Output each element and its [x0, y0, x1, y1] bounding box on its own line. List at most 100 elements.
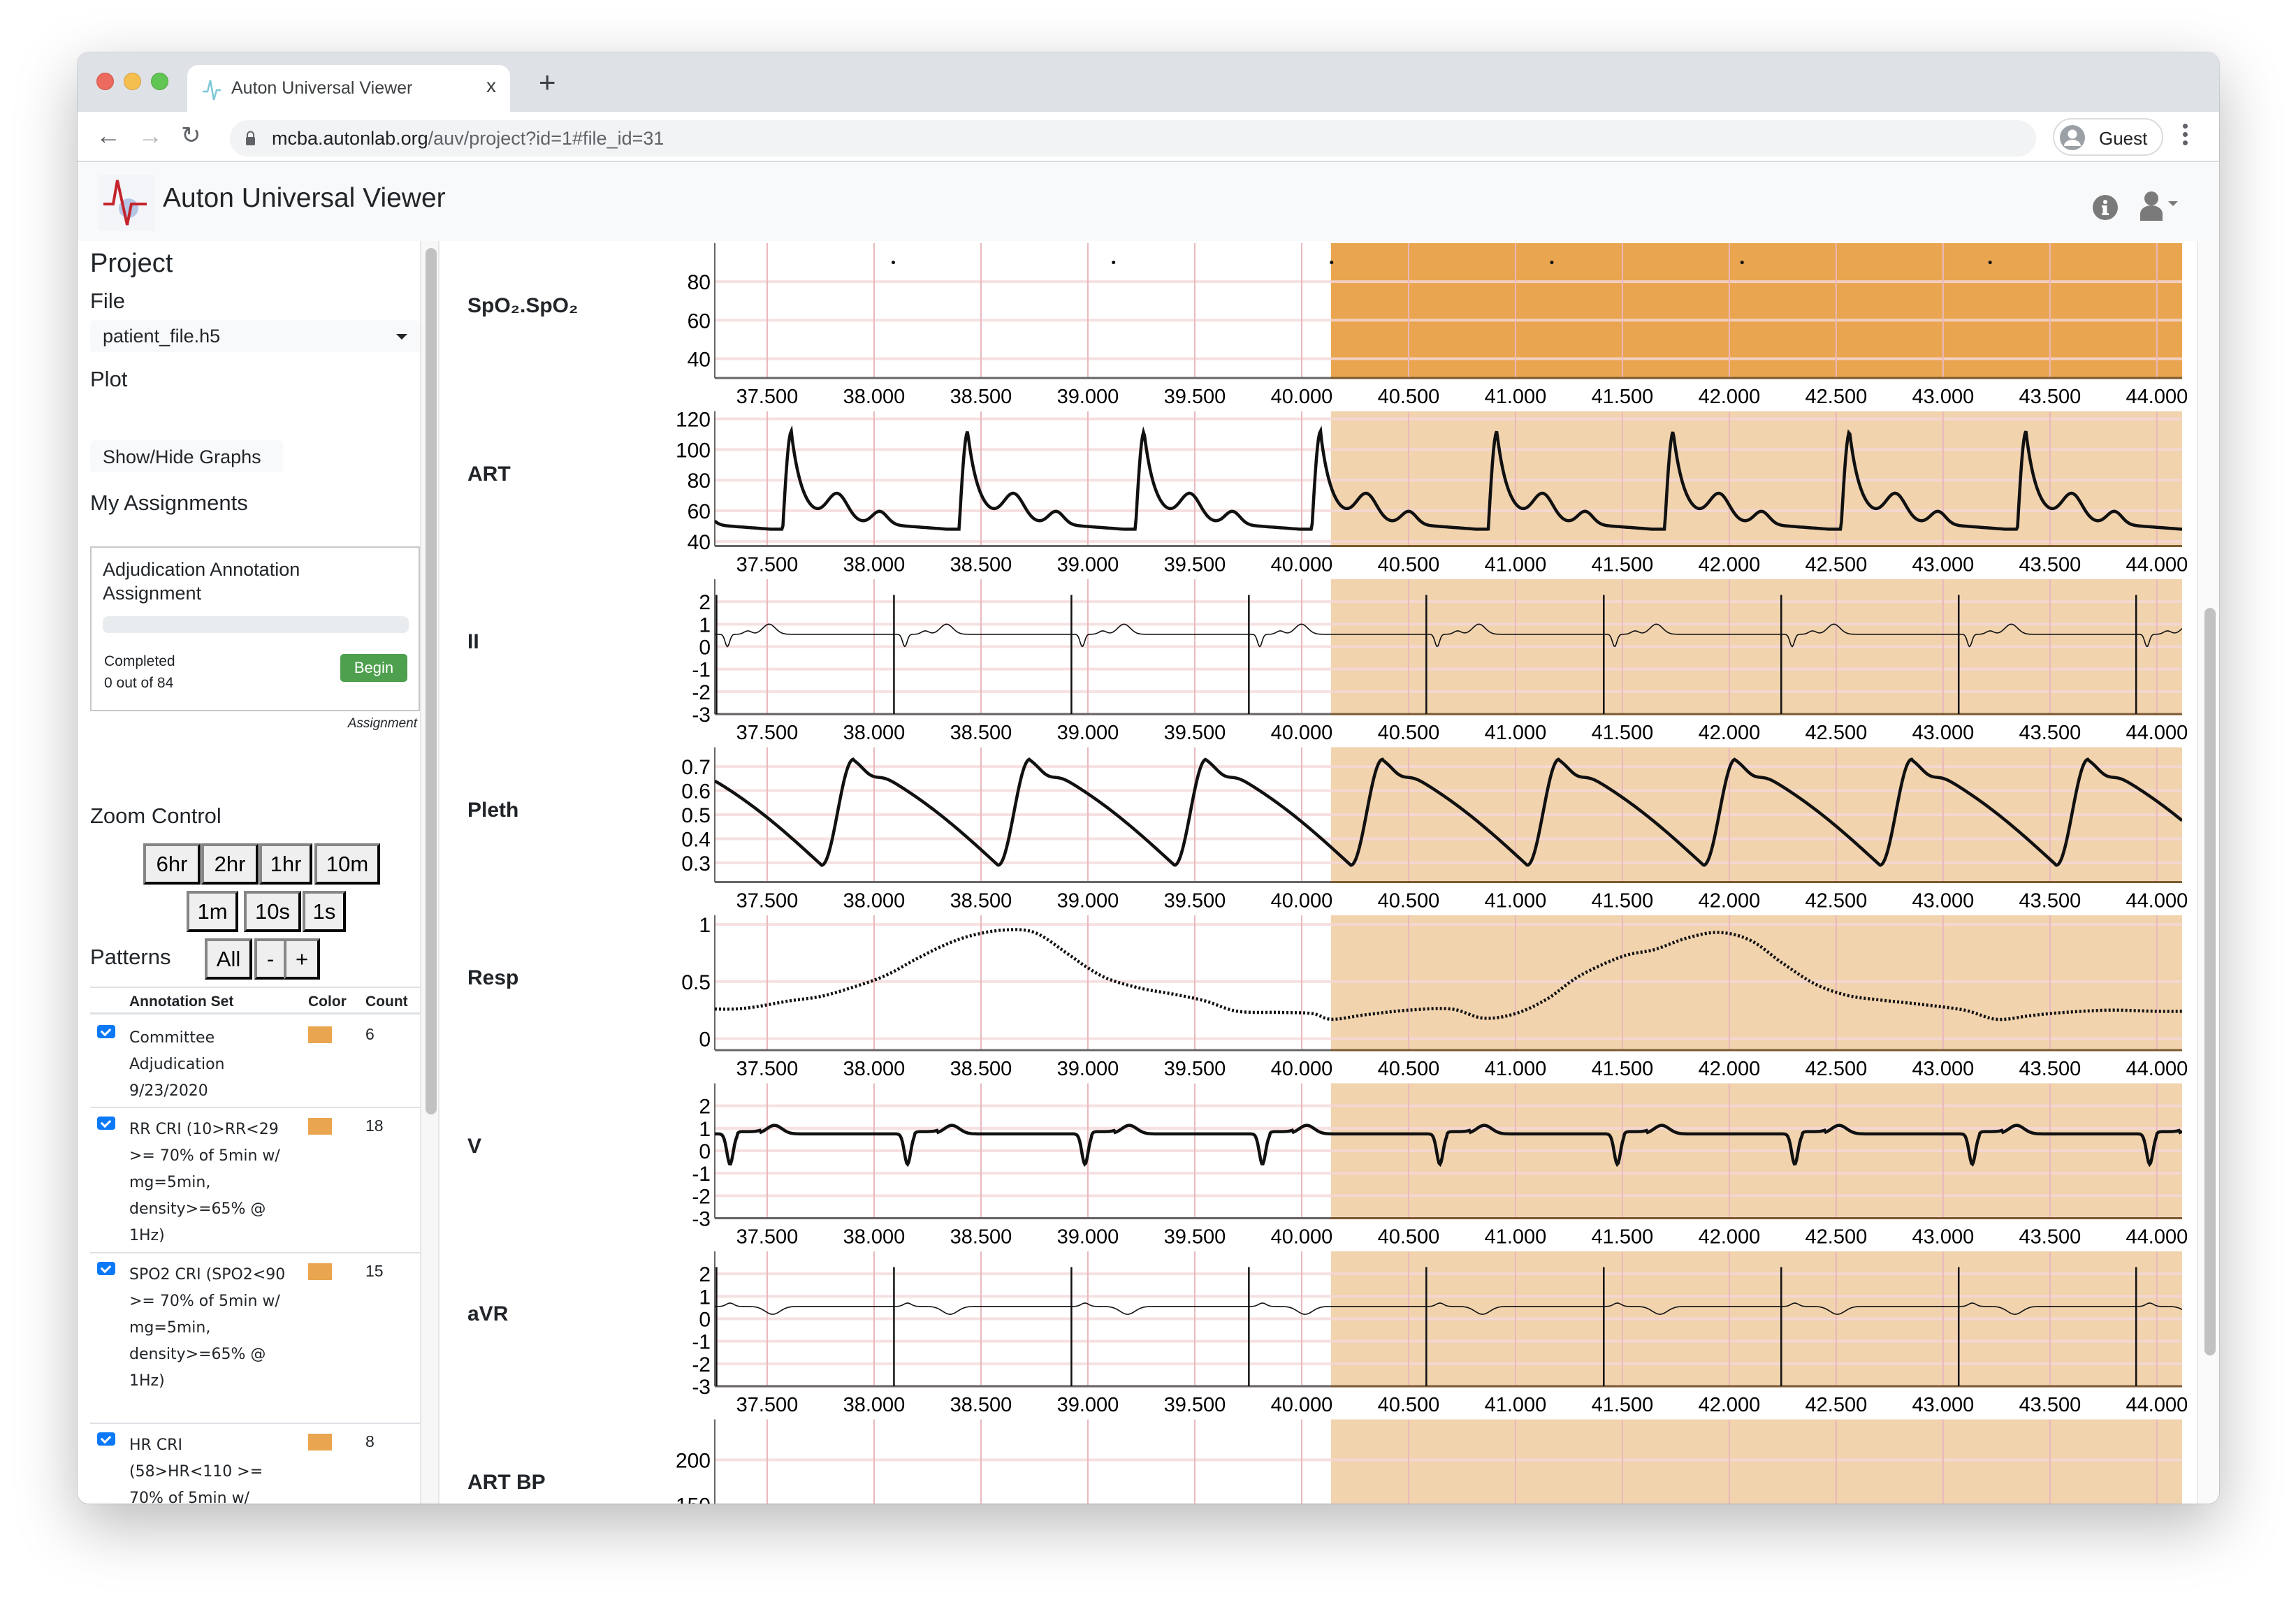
- reload-icon[interactable]: ↻: [181, 122, 201, 150]
- pattern-checkbox[interactable]: [97, 1025, 115, 1038]
- chart-7[interactable]: 20015010037.50038.00038.50039.00039.5004…: [676, 1419, 2188, 1504]
- charts-panel: SpO₂.SpO₂ ART II Pleth Resp VaVR ART BP 40 60 80…: [439, 241, 2219, 1504]
- y-tick-label: -3: [692, 1376, 711, 1399]
- pattern-color-swatch[interactable]: [308, 1026, 332, 1043]
- close-window-button[interactable]: [96, 73, 114, 90]
- sidebar-scrollbar-thumb[interactable]: [426, 248, 437, 1114]
- charts-scrollbar-thumb[interactable]: [2204, 608, 2216, 1355]
- app-title[interactable]: Auton Universal Viewer: [163, 183, 446, 214]
- zoom-button-10s[interactable]: 10s: [244, 891, 301, 932]
- x-tick-label: 40.000: [1271, 386, 1333, 408]
- x-tick-label: 41.500: [1592, 1394, 1654, 1416]
- pattern-color-swatch[interactable]: [308, 1434, 332, 1450]
- back-arrow-icon[interactable]: ←: [96, 122, 121, 150]
- assignment-footer: Assignment: [347, 716, 417, 731]
- charts-scrollbar[interactable]: [2197, 241, 2219, 1504]
- annotation-region[interactable]: [1330, 411, 2182, 546]
- x-tick-label: 43.500: [2019, 890, 2081, 912]
- show-hide-graphs-button[interactable]: Show/Hide Graphs: [90, 440, 283, 472]
- tab-strip: Auton Universal Viewer x +: [78, 52, 2219, 112]
- pattern-checkbox[interactable]: [97, 1262, 115, 1275]
- tab-close-icon[interactable]: x: [481, 75, 502, 97]
- y-tick-label: 1: [699, 1118, 711, 1141]
- maximize-window-button[interactable]: [151, 73, 168, 90]
- lock-icon: [246, 131, 255, 145]
- x-tick-label: 41.000: [1485, 722, 1547, 744]
- x-tick-label: 38.500: [950, 890, 1012, 912]
- y-tick-label: 2: [699, 591, 711, 614]
- x-tick-label: 41.000: [1485, 554, 1547, 576]
- chart-1[interactable]: 40 60 80 100 120 37.500 38.000 38.500 39.000 39.5…: [676, 408, 2188, 576]
- x-tick-label: 40.500: [1378, 890, 1440, 912]
- annotation-region[interactable]: [1330, 1419, 2182, 1504]
- x-tick-label: 44.000: [2126, 722, 2188, 744]
- plot-heading: Plot: [90, 367, 128, 391]
- y-tick-label: -2: [692, 1353, 711, 1376]
- x-tick-label: 43.000: [1912, 1394, 1975, 1416]
- new-tab-button[interactable]: +: [539, 68, 556, 97]
- chart-2[interactable]: 210-1-2-3 37.500 38.000 38.500 39.000 39.500 4…: [692, 579, 2188, 744]
- y-tick-label: 0.5: [681, 971, 711, 994]
- sidebar-scrollbar[interactable]: [420, 241, 439, 1504]
- pattern-checkbox[interactable]: [97, 1117, 115, 1130]
- zoom-button-1hr[interactable]: 1hr: [259, 843, 312, 885]
- zoom-button-2hr[interactable]: 2hr: [201, 843, 259, 885]
- y-tick-label: -1: [692, 1163, 711, 1186]
- pattern-row: SPO2 CRI (SPO2<90 >= 70% of 5min w/ mg=5…: [90, 1253, 420, 1424]
- caret-down-icon: [396, 334, 407, 340]
- zoom-button-plus[interactable]: +: [284, 938, 320, 980]
- zoom-button-1m[interactable]: 1m: [187, 891, 238, 932]
- x-tick-label: 42.500: [1805, 386, 1868, 408]
- zoom-button-minus[interactable]: -: [254, 938, 286, 980]
- y-tick-label: 0.3: [681, 852, 711, 875]
- file-select[interactable]: patient_file.h5: [90, 320, 420, 352]
- zoom-button-1s[interactable]: 1s: [303, 891, 346, 932]
- chart-5[interactable]: 210-1-2-3 37.500 38.000 38.500 39.000 39.500 4…: [692, 1083, 2188, 1249]
- x-tick-label: 41.000: [1485, 1058, 1547, 1080]
- x-tick-label: 40.500: [1378, 722, 1440, 744]
- y-tick-label: 100: [676, 439, 711, 462]
- y-tick-label: 120: [676, 408, 711, 431]
- pattern-color-swatch[interactable]: [308, 1263, 332, 1280]
- user-dropdown-icon[interactable]: [2139, 191, 2188, 221]
- chart-6[interactable]: 210-1-2-3 37.500 38.000 38.500 39.000 39.500 4…: [692, 1251, 2188, 1416]
- col-annotation-set: Annotation Set: [129, 994, 234, 1010]
- zoom-button-all[interactable]: All: [205, 938, 252, 980]
- info-icon[interactable]: [2093, 195, 2118, 220]
- y-tick-label: 40: [688, 348, 711, 371]
- pattern-name: HR CRI (58>HR<110 >= 70% of 5min w/: [129, 1437, 263, 1504]
- x-tick-label: 38.000: [843, 890, 906, 912]
- x-tick-label: 43.500: [2019, 1058, 2081, 1080]
- x-tick-label: 37.500: [736, 386, 799, 408]
- forward-arrow-icon[interactable]: →: [138, 122, 163, 150]
- pattern-color-swatch[interactable]: [308, 1118, 332, 1135]
- profile-avatar-icon: [2060, 125, 2085, 150]
- x-tick-label: 38.000: [843, 386, 906, 408]
- x-tick-label: 39.500: [1164, 722, 1226, 744]
- pattern-checkbox[interactable]: [97, 1432, 115, 1446]
- x-tick-label: 37.500: [736, 1394, 799, 1416]
- profile-button[interactable]: Guest: [2053, 118, 2163, 156]
- x-tick-label: 37.500: [736, 554, 799, 576]
- address-bar[interactable]: mcba.autonlab.org/auv/project?id=1#file_…: [230, 120, 2036, 157]
- chart-4[interactable]: 1 0.5 0 37.500 38.000 38.500 39.000 39.500 40.00…: [681, 914, 2188, 1080]
- x-tick-label: 38.500: [950, 554, 1012, 576]
- auton-logo-icon[interactable]: [99, 175, 155, 231]
- x-tick-label: 40.000: [1271, 722, 1333, 744]
- x-tick-label: 44.000: [2126, 1394, 2188, 1416]
- minimize-window-button[interactable]: [124, 73, 141, 90]
- x-tick-label: 43.000: [1912, 1058, 1975, 1080]
- browser-tab[interactable]: Auton Universal Viewer x: [187, 65, 510, 112]
- zoom-button-6hr[interactable]: 6hr: [143, 843, 201, 885]
- begin-button[interactable]: Begin: [340, 654, 407, 682]
- zoom-button-10m[interactable]: 10m: [314, 843, 380, 885]
- kebab-menu-icon[interactable]: [2181, 122, 2189, 151]
- x-tick-label: 38.500: [950, 722, 1012, 744]
- x-tick-label: 41.500: [1592, 386, 1654, 408]
- file-heading: File: [90, 289, 125, 313]
- chart-3[interactable]: 0.70.60.50.40.3 37.500 38.000 38.500 39.000 3…: [681, 747, 2188, 912]
- chart-0[interactable]: 40 60 80 37.500 38.000 38.500 39.000 39.500 40.0…: [688, 243, 2188, 408]
- sidebar: Project File patient_file.h5 Plot Show/H…: [78, 241, 420, 1504]
- url-text[interactable]: mcba.autonlab.org/auv/project?id=1#file_…: [272, 128, 664, 150]
- y-tick-label: -3: [692, 1208, 711, 1231]
